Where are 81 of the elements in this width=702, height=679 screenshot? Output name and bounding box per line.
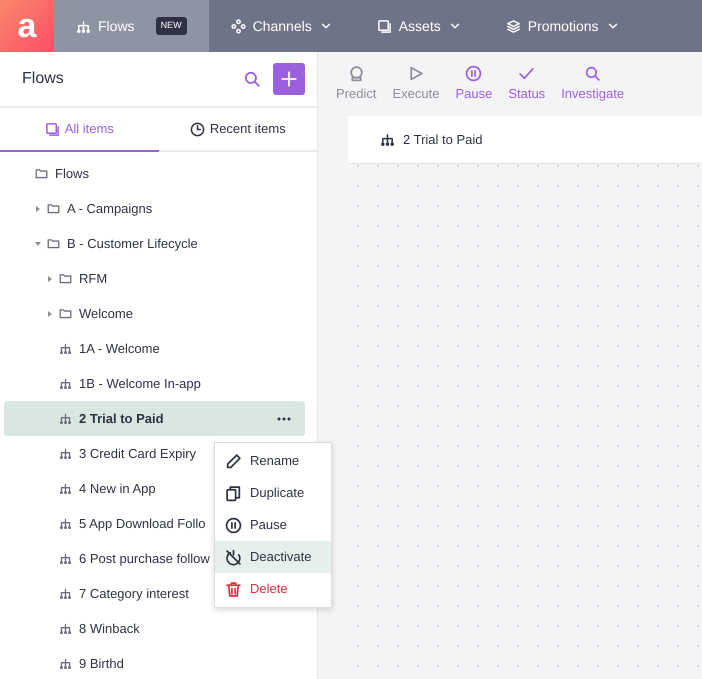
nav-tab[interactable]: Channels — [208, 0, 355, 52]
folder-icon — [59, 307, 72, 320]
folder-icon — [47, 237, 60, 250]
item-label: 1A - Welcome — [79, 340, 160, 358]
flow-row[interactable]: 8 Winback — [4, 611, 305, 646]
add-button[interactable] — [273, 63, 305, 95]
search-icon — [584, 64, 602, 82]
flow-row[interactable]: 1B - Welcome In-app — [4, 366, 305, 401]
item-label: 4 New in App — [79, 480, 156, 498]
flow-row[interactable]: 9 Birthd — [4, 646, 305, 679]
flow-icon — [59, 377, 72, 390]
folder-row[interactable]: A - Campaigns — [4, 191, 305, 226]
folder-row[interactable]: B - Customer Lifecycle — [4, 226, 305, 261]
folder-icon — [35, 167, 48, 180]
item-label: 6 Post purchase follow — [79, 550, 210, 568]
folder-row[interactable]: Welcome — [4, 296, 305, 331]
toolbar-button[interactable]: Investigate — [553, 64, 632, 104]
caret-down-icon[interactable] — [35, 240, 41, 246]
sidebar-tab[interactable]: Recent items — [158, 108, 317, 152]
item-label: RFM — [79, 270, 108, 288]
stack-icon — [44, 122, 60, 136]
crystal-ball-icon — [348, 64, 365, 82]
toolbar-button[interactable]: Status — [500, 64, 554, 104]
nodes-icon — [230, 18, 246, 34]
app-logo: a — [0, 0, 54, 52]
item-label: B - Customer Lifecycle — [67, 234, 198, 253]
folder-row[interactable]: Flows — [4, 156, 305, 191]
new-badge: NEW — [156, 17, 187, 35]
flow-icon — [59, 587, 72, 600]
nav-tab[interactable]: Assets — [354, 0, 484, 52]
nav-tab[interactable]: Promotions — [484, 0, 642, 52]
flow-icon — [59, 517, 72, 530]
menu-item[interactable]: Delete — [215, 573, 331, 605]
caret-right-icon[interactable] — [47, 310, 53, 316]
item-label: Flows — [55, 164, 89, 183]
item-label: 8 Winback — [79, 620, 140, 638]
pencil-icon — [225, 452, 242, 470]
trash-icon — [225, 580, 242, 598]
folder-icon — [47, 202, 60, 215]
flow-icon — [59, 412, 72, 425]
flow-icon — [59, 622, 72, 635]
flow-row[interactable]: 2 Trial to Paid — [4, 401, 305, 436]
flow-icon — [380, 132, 395, 147]
pause-icon — [225, 516, 242, 534]
flow-icon — [59, 342, 72, 355]
item-label: Welcome — [79, 304, 133, 323]
item-label: 7 Category interest — [79, 584, 189, 603]
folder-row[interactable]: RFM — [4, 261, 305, 296]
layers-icon — [506, 18, 521, 34]
search-icon — [243, 70, 261, 88]
canvas-title: 2 Trial to Paid — [403, 130, 482, 149]
flow-icon — [59, 657, 72, 670]
more-icon[interactable] — [277, 416, 291, 420]
toolbar-button[interactable]: Pause — [447, 64, 500, 104]
item-label: 3 Credit Card Expiry — [79, 444, 196, 463]
nav-tab[interactable]: Flows NEW — [54, 0, 209, 52]
flow-icon — [76, 18, 91, 34]
sidebar-title: Flows — [22, 69, 65, 89]
power-off-icon — [225, 548, 242, 566]
pause-icon — [465, 64, 482, 82]
folder-icon — [59, 272, 72, 285]
item-label: 2 Trial to Paid — [79, 410, 164, 428]
menu-item[interactable]: Deactivate — [215, 541, 331, 573]
menu-item[interactable]: Pause — [215, 509, 331, 541]
item-label: 5 App Download Follo — [79, 514, 206, 533]
flow-row[interactable]: 1A - Welcome — [4, 331, 305, 366]
plus-icon — [280, 70, 298, 88]
item-label: 1B - Welcome In-app — [79, 374, 201, 393]
stack-icon — [376, 18, 392, 34]
clock-icon — [190, 122, 205, 136]
menu-item[interactable]: Rename — [215, 445, 331, 477]
flow-icon — [59, 447, 72, 460]
item-label: 9 Birthd — [79, 654, 124, 673]
item-label: A - Campaigns — [67, 200, 152, 218]
menu-item[interactable]: Duplicate — [215, 477, 331, 509]
flow-icon — [59, 552, 72, 565]
sidebar-tab[interactable]: All items — [0, 108, 158, 152]
caret-right-icon[interactable] — [47, 276, 53, 282]
flow-icon — [59, 482, 72, 495]
caret-right-icon[interactable] — [35, 206, 41, 212]
copy-icon — [225, 484, 242, 502]
